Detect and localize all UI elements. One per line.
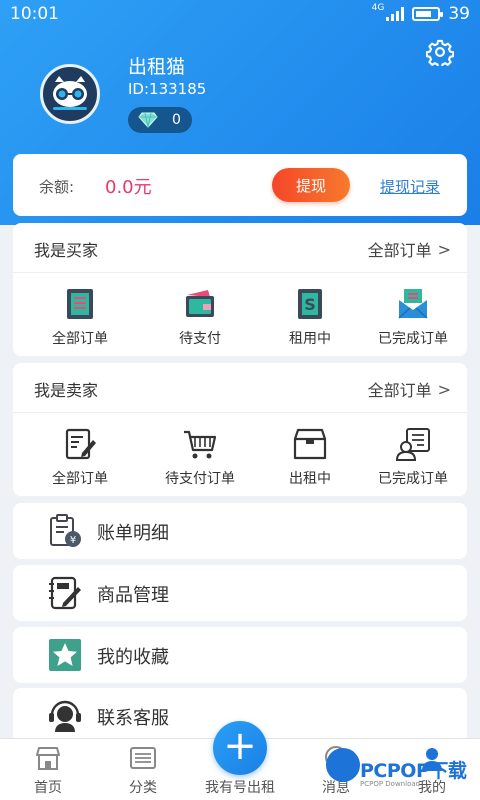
watermark-text: PCPOP下载: [360, 760, 467, 782]
seller-completed-label: 已完成订单: [378, 471, 448, 487]
buyer-all-orders-label: 全部订单: [52, 331, 108, 347]
plus-icon: +: [223, 723, 257, 769]
settings-gear-icon[interactable]: [426, 38, 454, 66]
star-icon: [49, 639, 81, 671]
seller-all-orders-link[interactable]: 全部订单 >: [368, 377, 451, 401]
chevron-right-icon: >: [437, 379, 451, 399]
status-bar: 10:01 4G 39: [0, 0, 480, 30]
status-time: 10:01: [10, 4, 59, 24]
avatar[interactable]: [40, 64, 100, 124]
home-icon: [36, 747, 60, 770]
buyer-pending-payment-label: 待支付: [179, 331, 221, 347]
seller-all-orders-label: 全部订单: [367, 381, 432, 400]
watermark-subtext: PCPOP Download: [360, 780, 421, 788]
user-id: ID:133185: [128, 80, 207, 98]
balance-value: 0.0元: [105, 177, 152, 198]
buyer-all-orders-link[interactable]: 全部订单 >: [368, 237, 451, 261]
post-rental-plus-button[interactable]: +: [213, 721, 267, 775]
menu-bill-details-label: 账单明细: [97, 523, 169, 544]
cat-logo-icon: [53, 76, 87, 110]
category-icon: [130, 747, 156, 769]
box-icon: [293, 428, 327, 460]
menu-my-favorites[interactable]: 我的收藏: [13, 627, 467, 683]
edit-doc-icon: [65, 428, 96, 460]
menu-contact-support-label: 联系客服: [97, 708, 169, 729]
signal-icon: [386, 7, 405, 21]
wallet-icon: [186, 290, 214, 317]
watermark-logo-icon: [326, 748, 360, 782]
withdraw-record-link[interactable]: 提现记录: [380, 176, 440, 197]
menu-goods-management-label: 商品管理: [97, 585, 169, 606]
seller-renting-out-label: 出租中: [289, 471, 331, 487]
buyer-all-orders[interactable]: 全部订单: [30, 277, 130, 355]
battery-level: 39: [448, 4, 470, 24]
buyer-pending-payment[interactable]: 待支付: [150, 277, 250, 355]
balance-card: 余额: 0.0元 提现 提现记录: [13, 154, 467, 216]
diamond-icon: [138, 112, 158, 128]
menu-bill-details[interactable]: ¥ 账单明细: [13, 503, 467, 559]
buyer-renting-label: 租用中: [289, 331, 331, 347]
battery-icon: [412, 7, 444, 21]
chevron-right-icon: >: [437, 239, 451, 259]
tab-home-label: 首页: [34, 780, 62, 796]
diamond-balance[interactable]: 0: [128, 107, 192, 133]
balance-label: 余额:: [39, 178, 75, 196]
tab-category[interactable]: 分类: [107, 739, 179, 800]
all-orders-icon: [67, 289, 93, 319]
tab-category-label: 分类: [129, 780, 157, 796]
buyer-section: 我是买家 全部订单 > 全部订单 待支付 S 租用中 已完成订单: [13, 223, 467, 356]
tab-post-rental-label: 我有号出租: [205, 780, 275, 796]
buyer-all-orders-label: 全部订单: [367, 241, 432, 260]
goods-manage-icon: [49, 576, 81, 610]
tab-home[interactable]: 首页: [12, 739, 84, 800]
headset-icon: [49, 700, 81, 732]
completed-icon: [398, 289, 428, 319]
withdraw-button[interactable]: 提现: [272, 168, 350, 202]
user-name: 出租猫: [128, 56, 186, 78]
diamond-count: 0: [172, 112, 181, 128]
svg-text:¥: ¥: [70, 535, 76, 546]
buyer-title: 我是买家: [34, 241, 99, 260]
seller-pending-payment[interactable]: 待支付订单: [150, 417, 250, 495]
seller-title: 我是卖家: [34, 381, 99, 400]
buyer-section-header: 我是买家 全部订单 >: [13, 223, 467, 273]
user-doc-icon: [395, 428, 430, 461]
buyer-completed-label: 已完成订单: [378, 331, 448, 347]
seller-completed[interactable]: 已完成订单: [363, 417, 463, 495]
bill-icon: ¥: [50, 514, 81, 547]
seller-renting-out[interactable]: 出租中: [260, 417, 360, 495]
seller-pending-payment-label: 待支付订单: [165, 471, 235, 487]
network-type: 4G: [371, 3, 385, 13]
seller-all-orders-label: 全部订单: [52, 471, 108, 487]
svg-text:S: S: [304, 295, 316, 314]
watermark: PCPOP下载 PCPOP Download: [326, 748, 472, 796]
seller-section-header: 我是卖家 全部订单 >: [13, 363, 467, 413]
menu-goods-management[interactable]: 商品管理: [13, 565, 467, 621]
seller-section: 我是卖家 全部订单 > 全部订单 待支付订单 出租中 已完成订单: [13, 363, 467, 496]
seller-all-orders[interactable]: 全部订单: [30, 417, 130, 495]
menu-my-favorites-label: 我的收藏: [97, 647, 169, 668]
buyer-renting[interactable]: S 租用中: [260, 277, 360, 355]
buyer-completed[interactable]: 已完成订单: [363, 277, 463, 355]
renting-icon: S: [298, 289, 322, 319]
cart-icon: [184, 430, 217, 459]
